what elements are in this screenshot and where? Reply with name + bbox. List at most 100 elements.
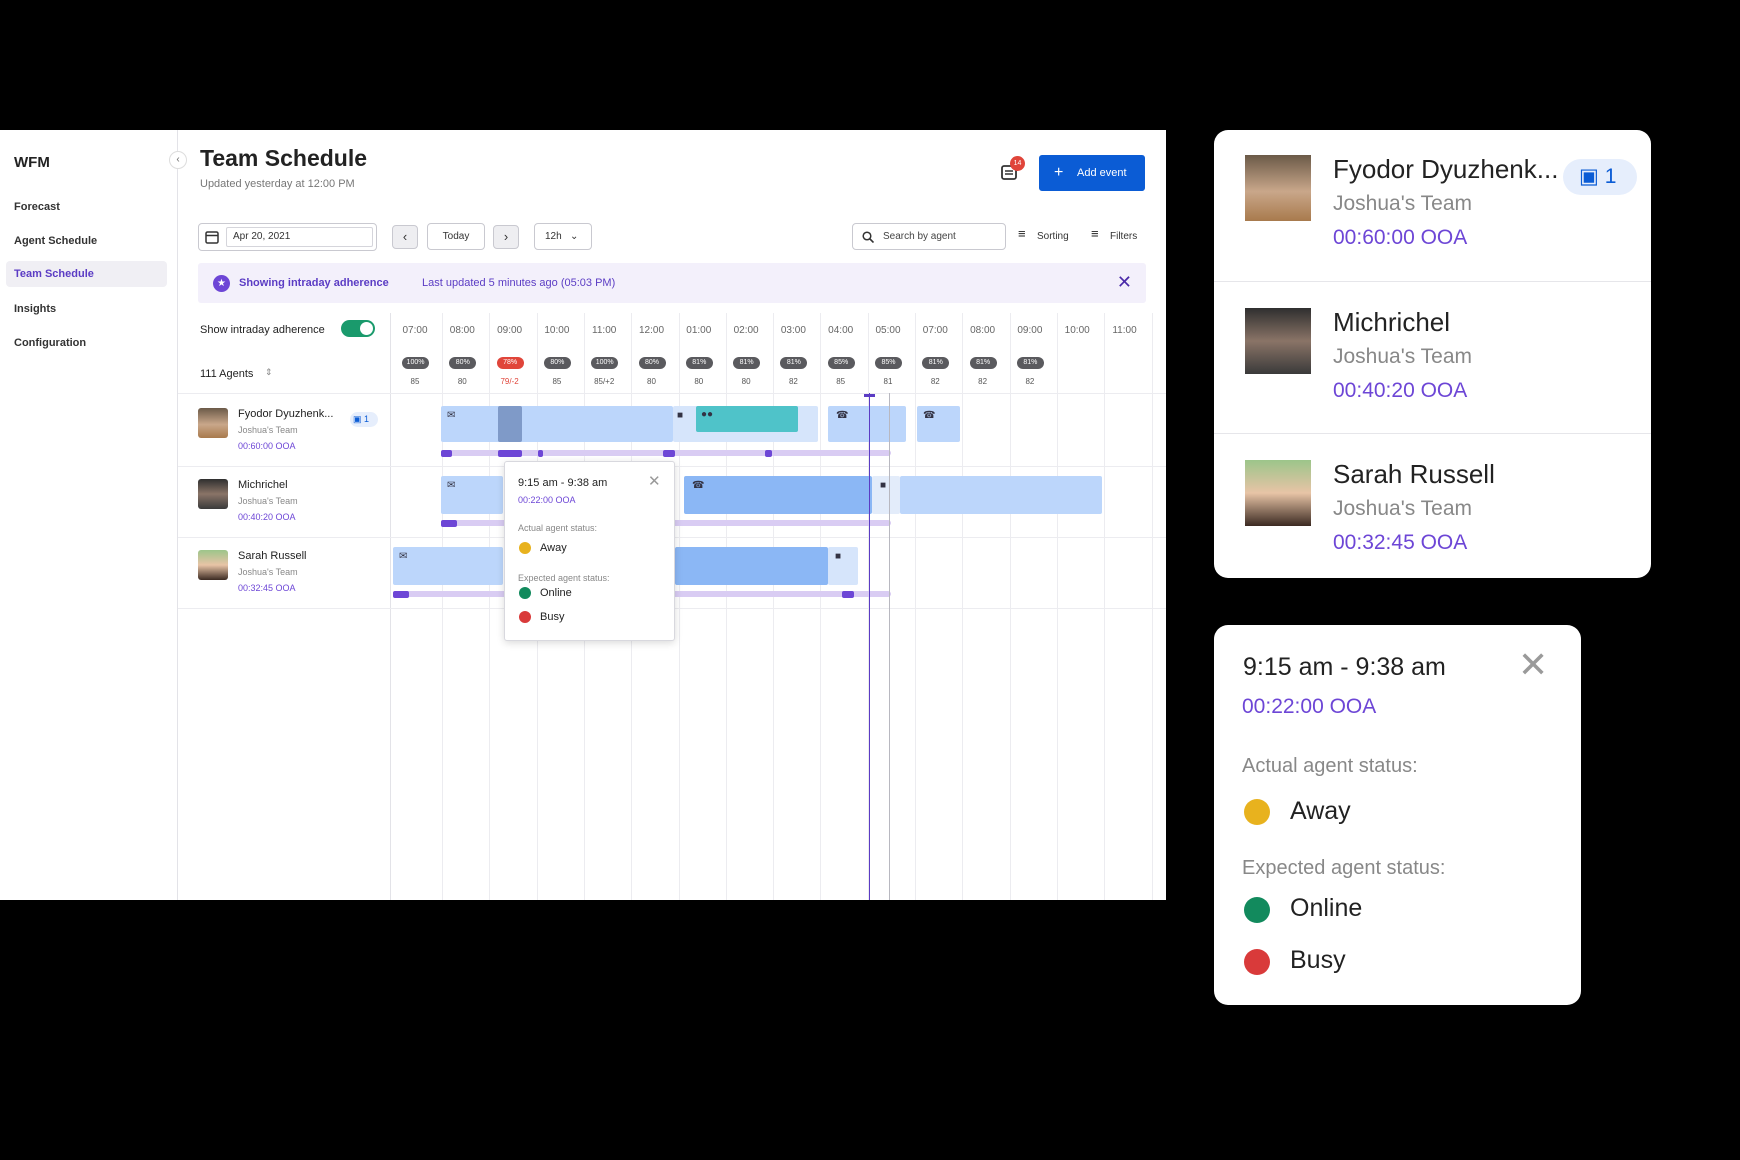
agent-ooa: 00:40:20 OOA	[1333, 379, 1468, 402]
busy-icon	[519, 611, 531, 623]
next-button[interactable]: ›	[493, 225, 519, 249]
schedule-block-call[interactable]	[675, 547, 828, 585]
close-popover-icon[interactable]: ✕	[1518, 647, 1548, 683]
agent-name: Michrichel	[1333, 307, 1451, 337]
filters-label: Filters	[1110, 231, 1138, 242]
range-value: 12h	[545, 231, 562, 242]
notification-badge: 14	[1010, 156, 1025, 171]
avatar	[1245, 460, 1311, 526]
app-window: WFM ‹ Forecast Agent Schedule Team Sched…	[0, 130, 1166, 900]
coffee-icon: ■	[677, 410, 684, 421]
prev-button[interactable]: ‹	[392, 225, 418, 249]
adherence-pill: 80%	[449, 357, 477, 369]
schedule-block-break[interactable]: ■	[828, 547, 858, 585]
interval-popover: 9:15 am - 9:38 am 00:22:00 OOA ✕ Actual …	[504, 461, 675, 641]
sort-agents-icon[interactable]: ⇕	[265, 367, 273, 378]
notifications-button[interactable]: 14	[1000, 156, 1025, 183]
adherence-count: 82	[788, 377, 798, 386]
agent-name: Fyodor Dyuzhenk...	[1333, 154, 1559, 184]
adherence-count: 82	[930, 377, 940, 386]
schedule-block-email[interactable]: ✉	[393, 547, 503, 585]
adherence-marker	[842, 591, 854, 598]
expected-status-label: Expected agent status:	[518, 573, 610, 583]
search-icon	[862, 231, 874, 243]
people-icon: ●●	[701, 409, 714, 420]
adherence-count: 80	[647, 377, 656, 386]
sidebar: WFM ‹ Forecast Agent Schedule Team Sched…	[0, 130, 187, 900]
event-count-badge[interactable]: ▣ 1	[350, 412, 378, 427]
today-button[interactable]: Today	[427, 223, 485, 250]
popover-ooa: 00:22:00 OOA	[518, 495, 576, 505]
hour-gridline	[820, 313, 822, 900]
add-event-button[interactable]: + Add event	[1039, 155, 1145, 191]
expected-status-online: Online	[540, 587, 572, 599]
close-banner-icon[interactable]: ✕	[1117, 272, 1132, 293]
filters-button[interactable]: ≡ Filters	[1091, 226, 1146, 246]
mail-icon: ✉	[447, 480, 456, 491]
popover-ooa: 00:22:00 OOA	[1242, 695, 1377, 718]
hour-label: 08:00	[970, 325, 996, 336]
filter-icon: ≡	[1091, 226, 1099, 241]
range-select[interactable]: 12h ⌄	[534, 223, 592, 250]
schedule-block-available[interactable]	[900, 476, 1102, 514]
search-input[interactable]: Search by agent	[852, 223, 1006, 250]
star-icon: ★	[213, 275, 230, 292]
banner-title: Showing intraday adherence	[239, 277, 389, 289]
hour-label: 04:00	[828, 325, 854, 336]
date-picker[interactable]: Apr 20, 2021	[198, 223, 377, 251]
plus-icon: +	[1054, 164, 1064, 181]
actual-status-label: Actual agent status:	[1242, 755, 1418, 777]
schedule-block-call[interactable]: ☎	[828, 406, 906, 442]
agent-card-row[interactable]: Michrichel Joshua's Team 00:40:20 OOA	[1214, 283, 1650, 435]
hour-label: 11:00	[1112, 325, 1137, 336]
sidebar-item-team-schedule[interactable]: Team Schedule	[6, 261, 167, 287]
agents-count: 111 Agents	[200, 368, 254, 380]
close-popover-icon[interactable]: ✕	[648, 472, 661, 490]
date-field[interactable]: Apr 20, 2021	[226, 227, 373, 247]
actual-status: Away	[540, 542, 567, 554]
sorting-button[interactable]: ≡ Sorting	[1018, 226, 1078, 246]
expected-status-label: Expected agent status:	[1242, 857, 1446, 879]
hour-gridline	[442, 313, 443, 900]
hour-gridline	[725, 313, 727, 900]
sidebar-item-insights[interactable]: Insights	[6, 296, 167, 322]
sidebar-item-agent-schedule[interactable]: Agent Schedule	[6, 228, 167, 254]
agent-ooa: 00:32:45 OOA	[238, 583, 296, 593]
adherence-count: 80	[741, 377, 751, 386]
adherence-pill: 81%	[780, 357, 808, 369]
agent-team: Joshua's Team	[238, 496, 298, 506]
hour-label: 11:00	[592, 325, 617, 336]
agent-name: Michrichel	[238, 479, 288, 491]
hour-label: 12	[1152, 325, 1166, 336]
adherence-pill: 85%	[875, 357, 902, 369]
hour-label: 10:00	[1064, 325, 1090, 336]
adherence-pill: 81%	[922, 357, 950, 369]
intraday-adherence-toggle[interactable]	[341, 320, 375, 337]
sidebar-item-configuration[interactable]: Configuration	[6, 330, 167, 356]
agent-ooa: 00:32:45 OOA	[1333, 531, 1468, 554]
phone-icon: ☎	[836, 410, 849, 421]
schedule-block-email[interactable]: ✉	[441, 476, 503, 514]
sidebar-item-forecast[interactable]: Forecast	[6, 194, 167, 220]
grid-divider	[390, 313, 391, 900]
hour-label: 10:00	[544, 325, 570, 336]
avatar	[198, 550, 228, 580]
avatar	[198, 479, 228, 509]
schedule-block-break[interactable]: ■	[872, 476, 900, 514]
schedule-block-email[interactable]: ✉	[441, 406, 673, 442]
agent-card-row[interactable]: Sarah Russell Joshua's Team 00:32:45 OOA	[1214, 435, 1650, 587]
schedule-block-call[interactable]: ☎	[684, 476, 872, 514]
selected-interval[interactable]	[498, 406, 522, 442]
agent-ooa: 00:60:00 OOA	[1333, 226, 1468, 249]
adherence-pill: 81%	[969, 357, 997, 369]
adherence-pill: 81%	[685, 357, 713, 369]
adherence-pill: 100%	[591, 357, 619, 369]
schedule-block-call[interactable]: ☎	[917, 406, 960, 442]
agent-card-row[interactable]: Fyodor Dyuzhenk... Joshua's Team 00:60:0…	[1214, 130, 1650, 282]
popover-zoom-card: 9:15 am - 9:38 am 00:22:00 OOA ✕ Actual …	[1214, 625, 1581, 1005]
away-icon	[519, 542, 531, 554]
search-placeholder: Search by agent	[883, 231, 956, 242]
event-count-badge[interactable]: ▣ 1	[1563, 159, 1637, 195]
schedule-block-meeting[interactable]: ●●	[696, 406, 798, 432]
hour-gridline	[773, 313, 775, 900]
